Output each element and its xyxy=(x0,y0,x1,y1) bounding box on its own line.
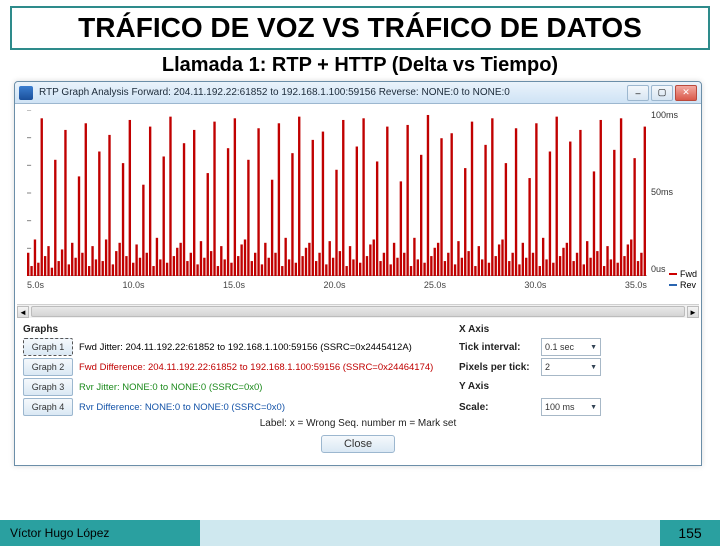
graph4-button[interactable]: Graph 4 xyxy=(23,398,73,416)
slide-title: TRÁFICO DE VOZ VS TRÁFICO DE DATOS xyxy=(10,6,710,50)
close-button[interactable]: Close xyxy=(321,435,395,453)
author-name: Víctor Hugo López xyxy=(0,520,200,546)
pixels-per-tick-label: Pixels per tick: xyxy=(459,362,537,373)
scroll-thumb[interactable] xyxy=(31,306,685,317)
xaxis-heading: X Axis xyxy=(459,324,489,335)
slide-footer: Víctor Hugo López 155 xyxy=(0,520,720,546)
graph3-label: Rvr Jitter: NONE:0 to NONE:0 (SSRC=0x0) xyxy=(79,382,262,393)
graph1-label: Fwd Jitter: 204.11.192.22:61852 to 192.1… xyxy=(79,342,412,353)
series-legend: Fwd Rev xyxy=(669,269,697,290)
graph1-button[interactable]: Graph 1 xyxy=(23,338,73,356)
graph4-label: Rvr Difference: NONE:0 to NONE:0 (SSRC=0… xyxy=(79,402,285,413)
window-title-text: RTP Graph Analysis Forward: 204.11.192.2… xyxy=(39,87,627,98)
tick-interval-combo[interactable]: 0.1 sec▼ xyxy=(541,338,601,356)
plot-canvas xyxy=(27,110,647,276)
scale-label: Scale: xyxy=(459,402,537,413)
page-number: 155 xyxy=(660,520,720,546)
scroll-right-arrow[interactable]: ► xyxy=(687,306,699,318)
minimize-button[interactable]: – xyxy=(627,85,649,101)
scroll-left-arrow[interactable]: ◄ xyxy=(17,306,29,318)
slide-subtitle: Llamada 1: RTP + HTTP (Delta vs Tiempo) xyxy=(0,54,720,77)
scale-combo[interactable]: 100 ms▼ xyxy=(541,398,601,416)
tick-interval-label: Tick interval: xyxy=(459,342,537,353)
graphs-heading: Graphs xyxy=(23,324,58,335)
pixels-per-tick-combo[interactable]: 2▼ xyxy=(541,358,601,376)
chevron-down-icon: ▼ xyxy=(590,364,597,371)
chevron-down-icon: ▼ xyxy=(590,404,597,411)
horizontal-scrollbar[interactable]: ◄ ► xyxy=(17,304,699,318)
app-icon xyxy=(19,86,33,100)
maximize-button[interactable]: ▢ xyxy=(651,85,673,101)
chart-area: 100ms 50ms 0us 5.0s 10.0s 15.0s 20.0s 25… xyxy=(15,104,701,304)
graph2-label: Fwd Difference: 204.11.192.22:61852 to 1… xyxy=(79,362,433,373)
graph3-button[interactable]: Graph 3 xyxy=(23,378,73,396)
controls-panel: Graphs X Axis Graph 1 Fwd Jitter: 204.11… xyxy=(15,318,701,465)
close-window-button[interactable]: ✕ xyxy=(675,85,697,101)
rtp-graph-window: RTP Graph Analysis Forward: 204.11.192.2… xyxy=(14,81,702,466)
y-axis-labels: 100ms 50ms 0us xyxy=(651,110,699,274)
window-titlebar[interactable]: RTP Graph Analysis Forward: 204.11.192.2… xyxy=(15,82,701,104)
chevron-down-icon: ▼ xyxy=(590,344,597,351)
graph2-button[interactable]: Graph 2 xyxy=(23,358,73,376)
labels-legend: Label: x = Wrong Seq. number m = Mark se… xyxy=(23,418,693,429)
x-axis-labels: 5.0s 10.0s 15.0s 20.0s 25.0s 30.0s 35.0s xyxy=(27,280,647,294)
yaxis-heading: Y Axis xyxy=(459,381,489,392)
